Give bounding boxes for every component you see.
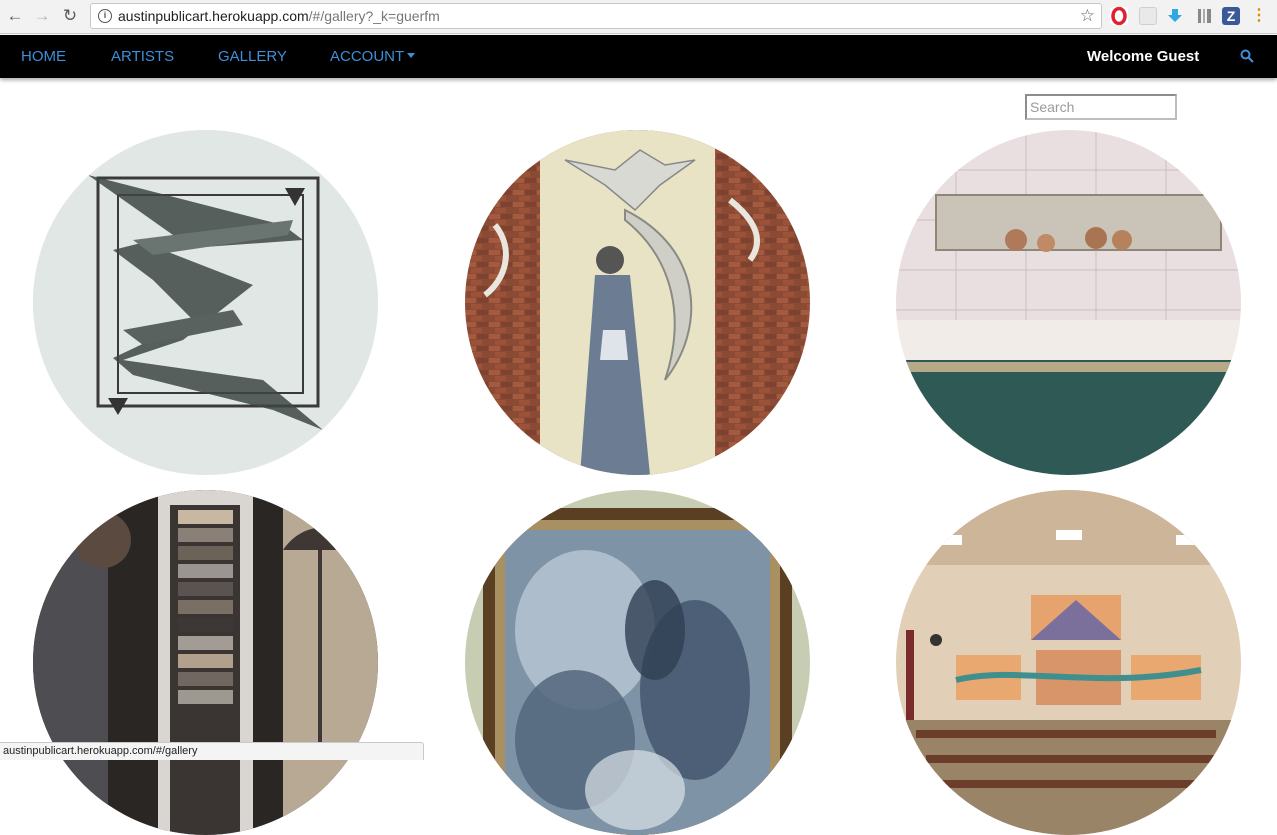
nav-account-dropdown[interactable]: ACCOUNT <box>330 48 416 65</box>
page-extension-icon[interactable] <box>1139 7 1157 25</box>
url-text[interactable]: austinpublicart.herokuapp.com/#/gallery?… <box>118 8 440 24</box>
forward-icon[interactable]: → <box>31 5 53 27</box>
browser-toolbar: ← → ↻ i austinpublicart.herokuapp.com/#/… <box>0 0 1277 34</box>
menu-dots-icon[interactable]: ⋮ <box>1250 7 1268 25</box>
children-at-sinks-image <box>896 130 1241 475</box>
relief-sculpture-image <box>465 130 810 475</box>
url-path: /#/gallery?_k=guerfm <box>308 8 440 24</box>
back-icon[interactable]: ← <box>4 5 26 27</box>
nav-account-label: ACCOUNT <box>330 48 405 65</box>
download-extension-icon[interactable] <box>1166 7 1184 25</box>
gallery-item[interactable] <box>465 130 810 475</box>
bookmark-star-icon[interactable]: ☆ <box>1080 6 1095 26</box>
search-icon[interactable] <box>1240 49 1254 63</box>
search-input[interactable] <box>1025 94 1177 120</box>
gallery-item[interactable] <box>33 130 378 475</box>
door-panel-image <box>33 490 378 835</box>
nav-artists-link[interactable]: ARTISTS <box>111 48 174 65</box>
info-icon[interactable]: i <box>98 9 112 23</box>
reload-icon[interactable]: ↻ <box>59 5 81 27</box>
abstract-sketch-image <box>33 130 378 475</box>
cafeteria-mural-image <box>896 490 1241 835</box>
nav-gallery-link[interactable]: GALLERY <box>218 48 287 65</box>
barcode-extension-icon[interactable] <box>1196 7 1214 25</box>
site-navbar: HOME ARTISTS GALLERY ACCOUNT Welcome Gue… <box>0 35 1277 78</box>
welcome-text: Welcome Guest <box>1087 48 1200 65</box>
gallery-item[interactable] <box>33 490 378 835</box>
framed-painting-image <box>465 490 810 835</box>
address-bar[interactable]: i austinpublicart.herokuapp.com/#/galler… <box>90 3 1102 29</box>
caret-down-icon <box>407 53 416 58</box>
gallery-item[interactable] <box>465 490 810 835</box>
status-bar: austinpublicart.herokuapp.com/#/gallery <box>0 742 424 760</box>
z-extension-icon[interactable]: Z <box>1222 7 1240 25</box>
opera-extension-icon[interactable] <box>1110 6 1128 26</box>
url-host: austinpublicart.herokuapp.com <box>118 8 309 24</box>
nav-home-link[interactable]: HOME <box>21 48 66 65</box>
gallery-item[interactable] <box>896 130 1241 475</box>
gallery-item[interactable] <box>896 490 1241 835</box>
